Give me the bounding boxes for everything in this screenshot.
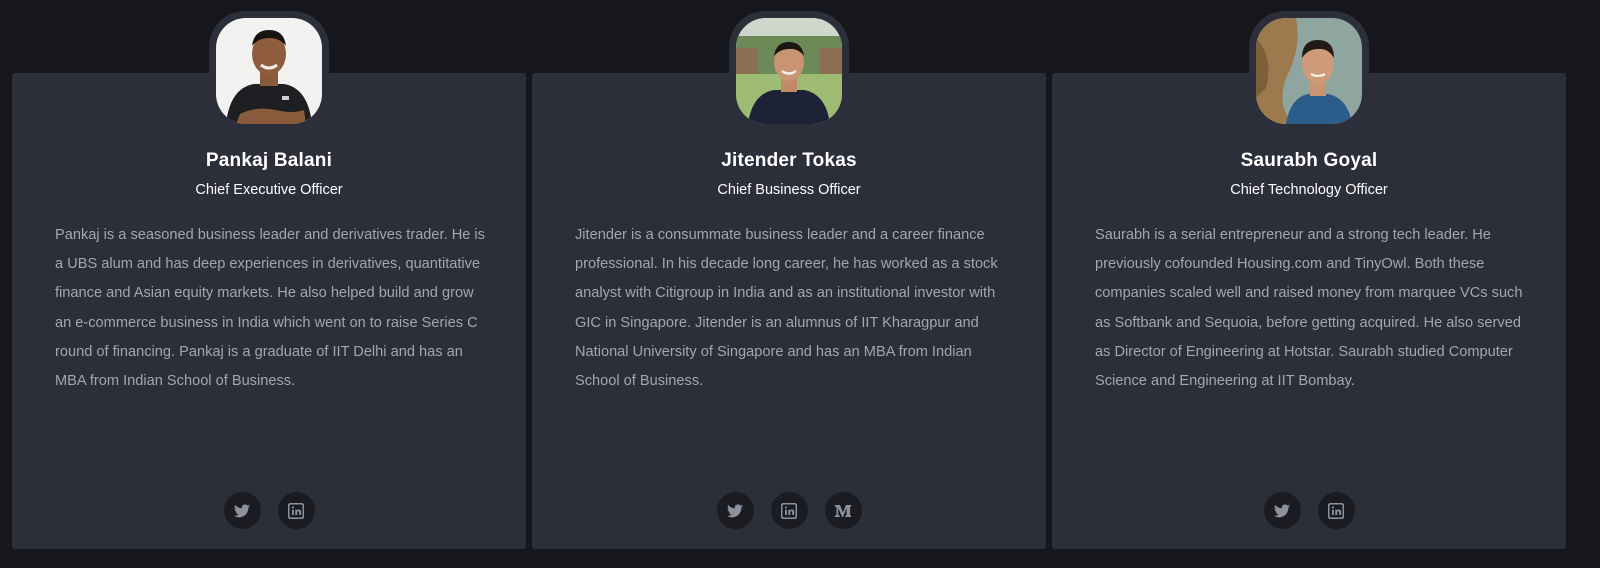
linkedin-icon: [1328, 502, 1344, 519]
social-links: [532, 492, 1046, 529]
member-role: Chief Business Officer: [717, 182, 861, 198]
linkedin-link[interactable]: [277, 492, 315, 529]
member-name: Saurabh Goyal: [1240, 150, 1378, 171]
member-name: Jitender Tokas: [721, 150, 857, 171]
linkedin-icon: [781, 502, 797, 519]
twitter-link[interactable]: [716, 492, 754, 529]
social-links: [12, 492, 526, 529]
team-card-pankaj: Pankaj Balani Chief Executive Officer Pa…: [12, 11, 526, 549]
twitter-icon: [1274, 503, 1290, 517]
avatar: [216, 18, 322, 124]
linkedin-link[interactable]: [770, 492, 808, 529]
team-section: Pankaj Balani Chief Executive Officer Pa…: [0, 0, 1600, 568]
member-role: Chief Technology Officer: [1230, 182, 1388, 198]
member-bio: Saurabh is a serial entrepreneur and a s…: [1095, 227, 1523, 390]
avatar: [736, 18, 842, 124]
twitter-link[interactable]: [1263, 492, 1301, 529]
member-bio: Jitender is a consummate business leader…: [575, 227, 998, 390]
linkedin-icon: [288, 502, 304, 519]
twitter-link[interactable]: [223, 492, 261, 529]
medium-icon: [834, 504, 852, 517]
social-links: [1052, 492, 1566, 529]
member-role: Chief Executive Officer: [195, 182, 343, 198]
member-bio: Pankaj is a seasoned business leader and…: [55, 227, 485, 390]
twitter-icon: [727, 503, 743, 517]
twitter-icon: [234, 503, 250, 517]
avatar-frame: [729, 11, 849, 131]
team-card-saurabh: Saurabh Goyal Chief Technology Officer S…: [1052, 11, 1566, 549]
avatar-frame: [1249, 11, 1369, 131]
avatar-frame: [209, 11, 329, 131]
linkedin-link[interactable]: [1317, 492, 1355, 529]
member-name: Pankaj Balani: [205, 150, 333, 171]
avatar: [1256, 18, 1362, 124]
medium-link[interactable]: [824, 492, 862, 529]
team-card-jitender: Jitender Tokas Chief Business Officer Ji…: [532, 11, 1046, 549]
